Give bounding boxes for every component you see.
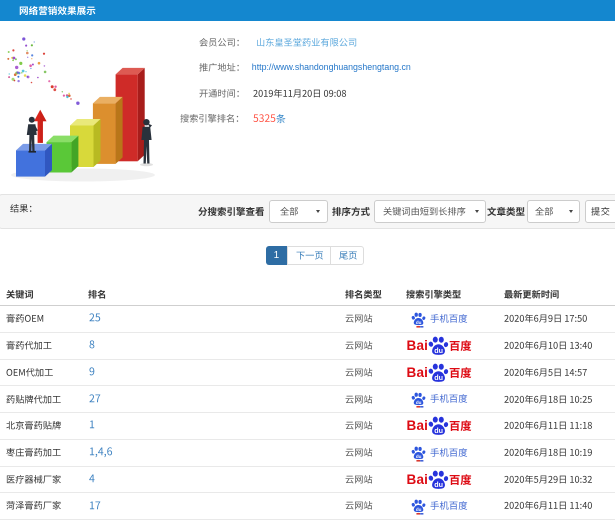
svg-text:du: du xyxy=(434,346,443,355)
svg-text:du: du xyxy=(434,480,443,489)
svg-text:du: du xyxy=(434,426,443,435)
svg-text:du: du xyxy=(416,400,422,405)
svg-text:du: du xyxy=(416,320,422,325)
svg-text:du: du xyxy=(416,454,422,459)
svg-text:du: du xyxy=(434,373,443,382)
svg-text:du: du xyxy=(416,507,422,512)
